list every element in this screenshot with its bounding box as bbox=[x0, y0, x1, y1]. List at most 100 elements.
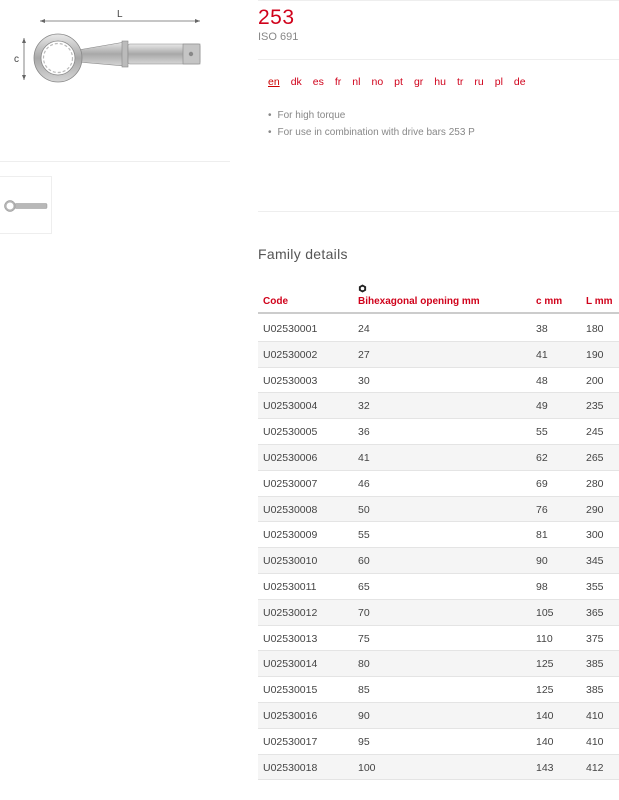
cell-l: 410 bbox=[586, 735, 604, 748]
divider bbox=[258, 59, 619, 60]
cell-l: 355 bbox=[586, 580, 604, 593]
cell-opening: 27 bbox=[358, 348, 370, 361]
table-row[interactable]: U02530013 75 110 375 bbox=[258, 626, 619, 652]
table-row[interactable]: U02530006 41 62 265 bbox=[258, 444, 619, 471]
cell-l: 200 bbox=[586, 374, 604, 387]
cell-l: 235 bbox=[586, 400, 604, 413]
table-row[interactable]: U02530012 70 105 365 bbox=[258, 599, 619, 626]
cell-l: 385 bbox=[586, 658, 604, 671]
cell-c: 55 bbox=[536, 426, 548, 439]
cell-code: U02530010 bbox=[263, 555, 318, 568]
cell-c: 90 bbox=[536, 555, 548, 568]
table-header: Code Bihexagonal opening mm c mm L mm bbox=[258, 290, 619, 314]
cell-opening: 55 bbox=[358, 529, 370, 542]
cell-opening: 60 bbox=[358, 555, 370, 568]
wrench-thumbnail-icon bbox=[4, 200, 48, 212]
table-row[interactable]: U02530007 46 69 280 bbox=[258, 471, 619, 497]
lang-en[interactable]: en bbox=[268, 76, 280, 88]
cell-c: 41 bbox=[536, 348, 548, 361]
lang-tr[interactable]: tr bbox=[457, 76, 463, 88]
product-thumbnail[interactable] bbox=[0, 176, 52, 234]
cell-c: 76 bbox=[536, 503, 548, 516]
table-row[interactable]: U02530005 36 55 245 bbox=[258, 419, 619, 445]
cell-opening: 30 bbox=[358, 374, 370, 387]
lang-de[interactable]: de bbox=[514, 76, 526, 88]
table-row[interactable]: U02530017 95 140 410 bbox=[258, 729, 619, 755]
cell-opening: 24 bbox=[358, 323, 370, 335]
feature-item: For use in combination with drive bars 2… bbox=[268, 125, 475, 142]
lang-es[interactable]: es bbox=[313, 76, 324, 88]
product-main-image[interactable]: L c bbox=[0, 0, 230, 162]
dim-c-label: c bbox=[14, 54, 19, 65]
cell-l: 375 bbox=[586, 632, 604, 645]
cell-code: U02530003 bbox=[263, 374, 318, 387]
table-row[interactable]: U02530018 100 143 412 bbox=[258, 754, 619, 781]
table-row[interactable]: U02530009 55 81 300 bbox=[258, 522, 619, 549]
cell-l: 265 bbox=[586, 451, 604, 464]
cell-opening: 70 bbox=[358, 606, 370, 619]
lang-fr[interactable]: fr bbox=[335, 76, 341, 88]
cell-opening: 41 bbox=[358, 451, 370, 464]
lang-no[interactable]: no bbox=[371, 76, 383, 88]
cell-code: U02530013 bbox=[263, 632, 318, 645]
cell-c: 105 bbox=[536, 606, 554, 619]
cell-opening: 90 bbox=[358, 709, 370, 722]
cell-c: 140 bbox=[536, 735, 554, 748]
cell-code: U02530006 bbox=[263, 451, 318, 464]
table-row[interactable]: U02530003 30 48 200 bbox=[258, 368, 619, 394]
cell-opening: 95 bbox=[358, 735, 370, 748]
cell-code: U02530001 bbox=[263, 323, 318, 335]
cell-l: 190 bbox=[586, 348, 604, 361]
table-row[interactable]: U02530011 65 98 355 bbox=[258, 574, 619, 600]
table-row[interactable]: U02530014 80 125 385 bbox=[258, 651, 619, 678]
header-l[interactable]: L mm bbox=[586, 296, 613, 307]
header-c[interactable]: c mm bbox=[536, 296, 562, 307]
family-details-title: Family details bbox=[258, 246, 348, 262]
lang-gr[interactable]: gr bbox=[414, 76, 423, 88]
cell-code: U02530007 bbox=[263, 477, 318, 490]
cell-code: U02530004 bbox=[263, 400, 318, 413]
feature-item: For high torque bbox=[268, 108, 475, 125]
header-opening[interactable]: Bihexagonal opening mm bbox=[358, 296, 480, 307]
cell-l: 385 bbox=[586, 684, 604, 697]
product-standard: ISO 691 bbox=[258, 31, 299, 43]
table-row[interactable]: U02530015 85 125 385 bbox=[258, 677, 619, 703]
table-row[interactable]: U02530008 50 76 290 bbox=[258, 496, 619, 523]
lang-pl[interactable]: pl bbox=[495, 76, 503, 88]
feature-list: For high torque For use in combination w… bbox=[268, 108, 475, 141]
product-gallery: L c bbox=[0, 0, 230, 800]
lang-nl[interactable]: nl bbox=[352, 76, 360, 88]
cell-code: U02530018 bbox=[263, 761, 318, 774]
cell-code: U02530002 bbox=[263, 348, 318, 361]
table-row[interactable]: U02530004 32 49 235 bbox=[258, 393, 619, 420]
cell-opening: 65 bbox=[358, 580, 370, 593]
table-row[interactable]: U02530010 60 90 345 bbox=[258, 548, 619, 574]
cell-l: 412 bbox=[586, 761, 604, 774]
lang-ru[interactable]: ru bbox=[474, 76, 483, 88]
header-code[interactable]: Code bbox=[263, 296, 288, 307]
cell-l: 345 bbox=[586, 555, 604, 568]
lang-hu[interactable]: hu bbox=[434, 76, 446, 88]
cell-c: 125 bbox=[536, 684, 554, 697]
cell-l: 365 bbox=[586, 606, 604, 619]
divider bbox=[258, 211, 619, 212]
cell-opening: 80 bbox=[358, 658, 370, 671]
table-row[interactable]: U02530002 27 41 190 bbox=[258, 341, 619, 368]
language-selector: en dk es fr nl no pt gr hu tr ru pl de bbox=[268, 76, 537, 88]
wrench-diagram: L c bbox=[14, 9, 201, 83]
cell-l: 290 bbox=[586, 503, 604, 516]
cell-code: U02530016 bbox=[263, 709, 318, 722]
table-row[interactable]: U02530001 24 38 180 bbox=[258, 316, 619, 342]
cell-code: U02530005 bbox=[263, 426, 318, 439]
lang-pt[interactable]: pt bbox=[394, 76, 403, 88]
cell-c: 38 bbox=[536, 323, 548, 335]
dim-length-label: L bbox=[117, 9, 123, 20]
cell-opening: 50 bbox=[358, 503, 370, 516]
family-table-body: U02530001 24 38 180 U02530002 27 41 190 U0253000… bbox=[258, 316, 619, 781]
product-title: 253 bbox=[258, 6, 295, 29]
cell-c: 110 bbox=[536, 632, 553, 645]
cell-code: U02530009 bbox=[263, 529, 318, 542]
cell-code: U02530011 bbox=[263, 580, 317, 593]
table-row[interactable]: U02530016 90 140 410 bbox=[258, 702, 619, 729]
lang-dk[interactable]: dk bbox=[291, 76, 302, 88]
